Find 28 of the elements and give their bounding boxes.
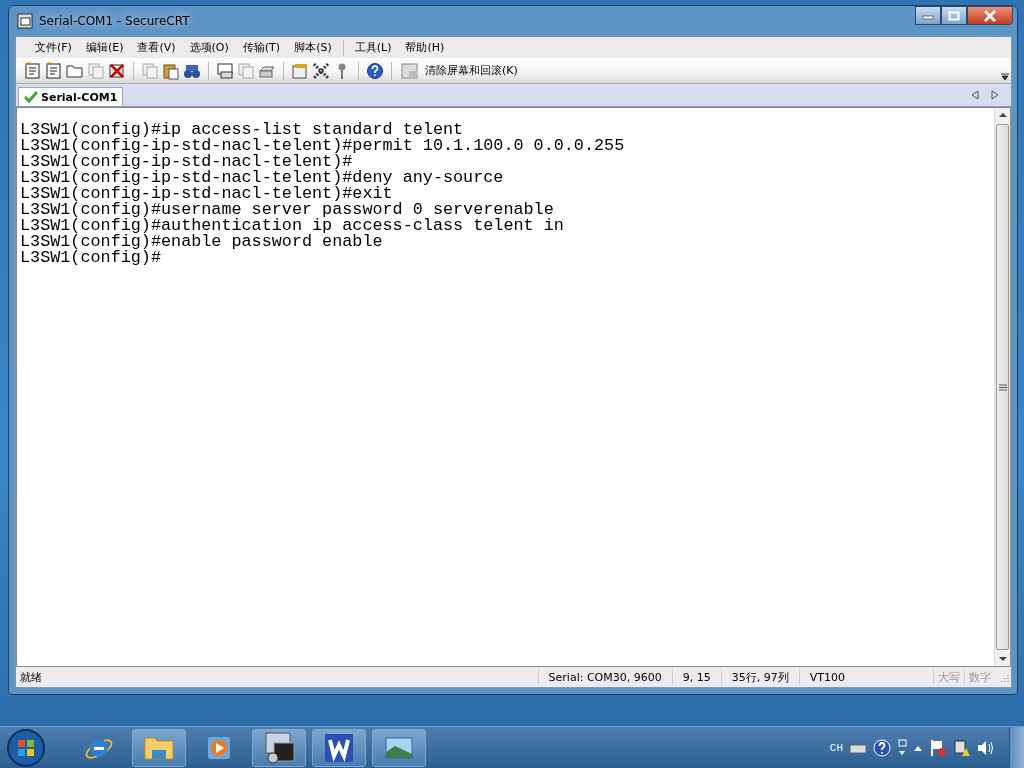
window-title: Serial-COM1 - SecureCRT	[39, 14, 190, 28]
menu-item[interactable]: 工具(L)	[347, 40, 399, 55]
terminal-line: L3SW1(config-ip-std-nacl-telent)#permit 10.1.100.0 0.0.0.255	[20, 138, 625, 154]
menu-item[interactable]: 编辑(E)	[78, 40, 131, 55]
session-tab[interactable]: Serial-COM1	[18, 87, 124, 106]
clear-screen-button[interactable]: 清除屏幕和回滚(K)	[399, 61, 520, 80]
status-message: 就绪	[19, 669, 43, 685]
status-indicator: 大写	[933, 669, 964, 685]
status-indicator: 数字	[964, 669, 995, 685]
status-connection: Serial: COM30, 9600	[537, 669, 672, 685]
terminal-line: L3SW1(config)#username server password 0 serverenable	[20, 202, 554, 218]
terminal-line: L3SW1(config-ip-std-nacl-telent)#exit	[20, 186, 393, 202]
menu-item[interactable]: 帮助(H)	[398, 40, 452, 55]
language-indicator[interactable]: CH	[829, 741, 843, 754]
terminal-line: L3SW1(config)#enable password enable	[20, 234, 383, 250]
terminal-line: L3SW1(config)#ip access-list standard telent	[20, 122, 464, 138]
menu-item[interactable]: 查看(V)	[130, 40, 183, 55]
terminal-line: L3SW1(config-ip-std-nacl-telent)#	[20, 154, 353, 170]
menu-item[interactable]: 脚本(S)	[287, 40, 339, 55]
menu-item[interactable]: 选项(O)	[182, 40, 236, 55]
status-emulation: VT100	[798, 669, 933, 685]
menu-item[interactable]: 文件(F)	[28, 40, 79, 55]
status-terminal-size: 35行, 97列	[720, 669, 799, 685]
menu-item[interactable]: 传输(T)	[235, 40, 288, 55]
terminal-line: L3SW1(config-ip-std-nacl-telent)#deny any-source	[20, 170, 504, 186]
status-cursor-position: 9, 15	[671, 669, 721, 685]
terminal-line: L3SW1(config)#	[20, 250, 161, 266]
terminal-line: L3SW1(config)#authentication ip access-class telent in	[20, 218, 564, 234]
